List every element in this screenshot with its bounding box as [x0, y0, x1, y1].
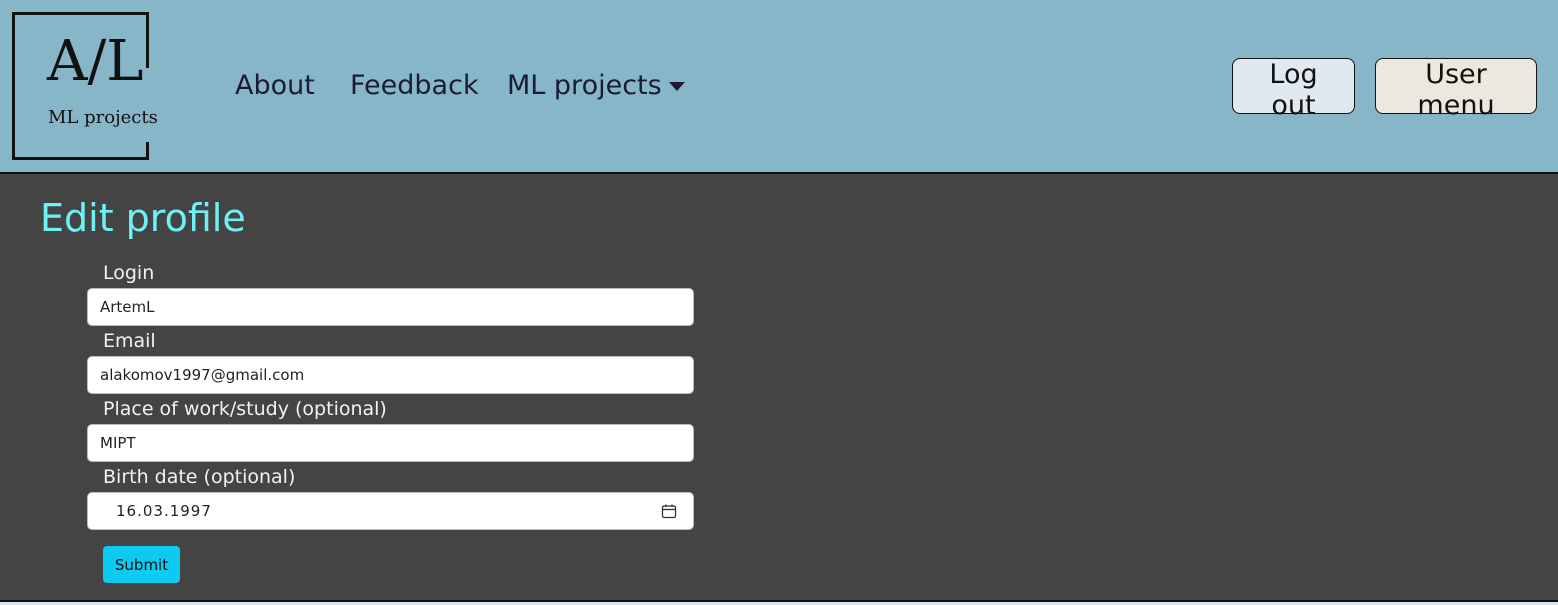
- site-logo[interactable]: A/L ML projects: [12, 12, 158, 160]
- work-input[interactable]: MIPT: [87, 424, 694, 462]
- logo-frame-corner: [146, 12, 149, 68]
- nav-about-link[interactable]: About: [235, 70, 315, 101]
- navbar: A/L ML projects About Feedback ML projec…: [0, 0, 1558, 174]
- chevron-down-icon[interactable]: [669, 82, 685, 91]
- nav-ml-projects-dropdown[interactable]: ML projects: [507, 70, 662, 101]
- login-label: Login: [103, 262, 155, 284]
- logo-frame-bottom: [12, 157, 149, 160]
- email-input[interactable]: alakomov1997@gmail.com: [87, 356, 694, 394]
- email-label: Email: [103, 330, 156, 352]
- birth-date-label: Birth date (optional): [103, 466, 296, 488]
- login-input[interactable]: ArtemL: [87, 288, 694, 326]
- work-label: Place of work/study (optional): [103, 398, 387, 420]
- logo-subtitle: ML projects: [48, 107, 158, 128]
- calendar-icon[interactable]: [661, 503, 677, 519]
- user-menu-button[interactable]: User menu: [1375, 58, 1537, 121]
- logo-monogram: A/L: [47, 29, 144, 94]
- page-title: Edit profile: [40, 196, 246, 240]
- birth-date-value: 16.03.1997: [116, 502, 212, 520]
- logo-frame-corner-bottom: [146, 142, 149, 160]
- birth-date-input[interactable]: 16.03.1997: [87, 492, 694, 530]
- logout-button[interactable]: Log out: [1232, 58, 1355, 121]
- nav-feedback-link[interactable]: Feedback: [350, 70, 479, 101]
- submit-button[interactable]: Submit: [103, 546, 180, 583]
